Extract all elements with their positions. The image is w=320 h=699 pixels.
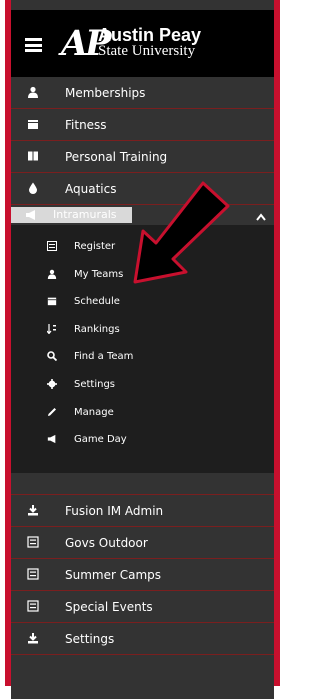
sidebar-item-label: Intramurals xyxy=(53,208,117,221)
sidebar-item-label: Aquatics xyxy=(65,182,117,196)
sidebar-item-label: Fusion IM Admin xyxy=(65,504,164,518)
list-icon xyxy=(27,536,39,548)
logo-subtitle: State University xyxy=(98,43,196,59)
sidebar-item-settings[interactable]: Settings xyxy=(11,623,274,655)
calendar-icon xyxy=(47,296,57,306)
submenu-item-label: Rankings xyxy=(74,323,120,335)
search-icon xyxy=(47,351,58,362)
sidebar-frame: AP Austin Peay State University Membersh… xyxy=(5,0,280,699)
intramurals-submenu: Register My Teams Schedule Rankings Find… xyxy=(11,225,274,473)
sidebar-item-govs-outdoor[interactable]: Govs Outdoor xyxy=(11,527,274,559)
download-icon xyxy=(27,632,39,644)
hamburger-menu-icon[interactable] xyxy=(25,38,42,52)
pencil-icon xyxy=(47,407,57,417)
sidebar-item-label: Personal Training xyxy=(65,150,168,164)
sidebar-item-fusion-im-admin[interactable]: Fusion IM Admin xyxy=(11,495,274,527)
sidebar-item-special-events[interactable]: Special Events xyxy=(11,591,274,623)
megaphone-icon xyxy=(47,434,57,444)
submenu-item-settings[interactable]: Settings xyxy=(11,371,274,399)
sidebar-item-memberships[interactable]: Memberships xyxy=(11,77,274,109)
list-icon xyxy=(27,568,39,580)
download-icon xyxy=(27,504,39,516)
sidebar-item-label: Fitness xyxy=(65,118,107,132)
list-icon xyxy=(27,600,39,612)
sidebar-header: AP Austin Peay State University xyxy=(11,10,274,77)
user-icon xyxy=(27,86,39,98)
sidebar-item-label: Govs Outdoor xyxy=(65,536,148,550)
sidebar-item-label: Settings xyxy=(65,632,115,646)
sidebar-item-personal-training[interactable]: Personal Training xyxy=(11,141,274,173)
sidebar-bottom-space xyxy=(11,655,274,699)
calendar-icon xyxy=(27,118,39,130)
submenu-item-find-a-team[interactable]: Find a Team xyxy=(11,343,274,371)
list-icon xyxy=(47,241,57,251)
book-icon xyxy=(27,150,39,162)
submenu-item-label: My Teams xyxy=(74,268,124,280)
sidebar-item-label: Special Events xyxy=(65,600,153,614)
sidebar-menu: Memberships Fitness Personal Training Aq… xyxy=(11,77,274,699)
menu-spacer xyxy=(11,473,274,495)
megaphone-icon xyxy=(25,209,37,221)
sidebar-item-summer-camps[interactable]: Summer Camps xyxy=(11,559,274,591)
sidebar-item-label: Summer Camps xyxy=(65,568,162,582)
submenu-item-label: Schedule xyxy=(74,296,120,308)
submenu-item-manage[interactable]: Manage xyxy=(11,399,274,427)
submenu-item-schedule[interactable]: Schedule xyxy=(11,288,274,316)
droplet-icon xyxy=(27,182,39,194)
submenu-item-label: Game Day xyxy=(74,434,127,446)
submenu-item-label: Settings xyxy=(74,378,116,390)
submenu-item-register[interactable]: Register xyxy=(11,233,274,261)
user-icon xyxy=(47,269,57,279)
logo-name: Austin Peay xyxy=(98,25,202,45)
sidebar-item-aquatics[interactable]: Aquatics xyxy=(11,173,274,205)
submenu-item-label: Manage xyxy=(74,406,114,418)
submenu-item-label: Find a Team xyxy=(74,351,134,363)
sort-icon xyxy=(46,323,57,335)
sidebar-item-label: Memberships xyxy=(65,86,146,100)
submenu-item-my-teams[interactable]: My Teams xyxy=(11,261,274,289)
submenu-item-game-day[interactable]: Game Day xyxy=(11,426,274,454)
sidebar-item-intramurals[interactable]: Intramurals xyxy=(11,205,274,225)
submenu-item-label: Register xyxy=(74,241,116,252)
gear-icon xyxy=(47,378,57,389)
submenu-item-rankings[interactable]: Rankings xyxy=(11,316,274,344)
chevron-up-icon[interactable] xyxy=(256,213,266,224)
sidebar-item-fitness[interactable]: Fitness xyxy=(11,109,274,141)
